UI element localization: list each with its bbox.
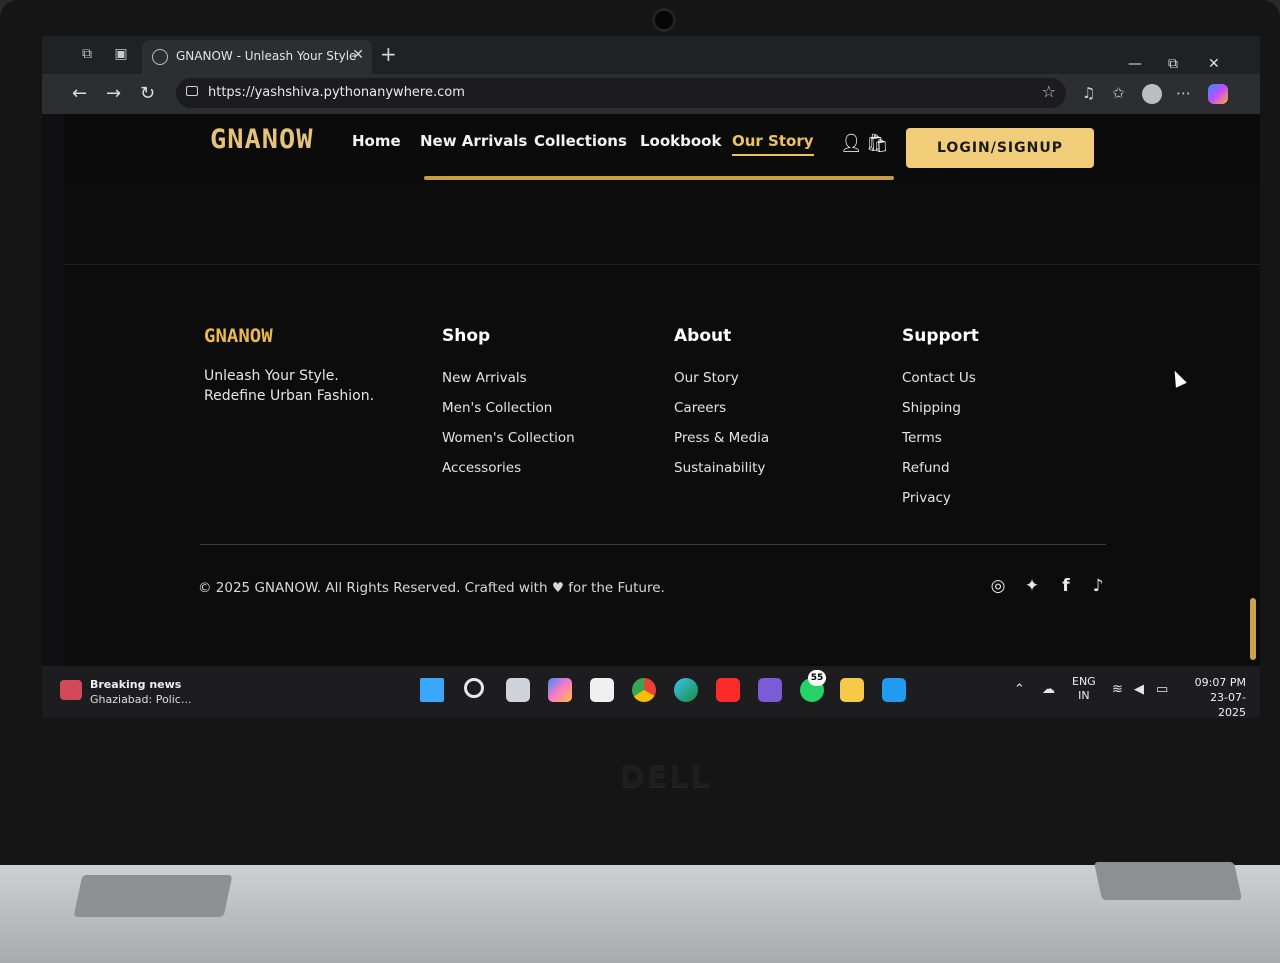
address-bar[interactable]: https://yashshiva.pythonanywhere.com ☆: [176, 78, 1066, 108]
browser-tab[interactable]: GNANOW - Unleash Your Style ✕: [142, 40, 372, 74]
forward-arrow-icon[interactable]: →: [106, 83, 121, 104]
lang-code: ENG: [1072, 675, 1096, 688]
twitter-icon[interactable]: ✦: [1022, 576, 1042, 596]
support-link-refund[interactable]: Refund: [902, 460, 950, 476]
hinge-right: [1093, 862, 1243, 900]
whatsapp-badge: 55: [808, 670, 826, 686]
about-link-press[interactable]: Press & Media: [674, 430, 769, 446]
search-icon[interactable]: [464, 678, 484, 698]
youtube-icon[interactable]: [716, 678, 740, 702]
battery-icon[interactable]: ▭: [1156, 682, 1168, 697]
shop-link-new-arrivals[interactable]: New Arrivals: [442, 370, 527, 386]
footer-brand: GNANOW: [204, 325, 273, 347]
task-view-icon[interactable]: [506, 678, 530, 702]
visual-studio-icon[interactable]: [758, 678, 782, 702]
shop-link-womens[interactable]: Women's Collection: [442, 430, 575, 446]
about-link-careers[interactable]: Careers: [674, 400, 726, 416]
region-code: IN: [1078, 689, 1090, 702]
restore-icon[interactable]: ⧉: [1168, 56, 1178, 72]
footer-tagline: Unleash Your Style. Redefine Urban Fashi…: [204, 366, 374, 406]
shop-heading: Shop: [442, 326, 491, 346]
cloud-icon[interactable]: ☁: [1042, 682, 1055, 697]
volume-icon[interactable]: ◀: [1134, 682, 1144, 697]
close-window-icon[interactable]: ✕: [1208, 56, 1220, 72]
nav-collections[interactable]: Collections: [534, 132, 627, 150]
file-explorer-icon[interactable]: [840, 678, 864, 702]
tray-chevron-icon[interactable]: ⌃: [1014, 682, 1025, 697]
nav-home[interactable]: Home: [352, 132, 401, 150]
nav-new-arrivals[interactable]: New Arrivals: [420, 132, 527, 150]
shop-link-accessories[interactable]: Accessories: [442, 460, 521, 476]
new-tab-button[interactable]: +: [380, 42, 397, 66]
clock-date: 23-07-2025: [1210, 691, 1246, 718]
news-widget-icon[interactable]: [60, 680, 82, 700]
site-navbar: GNANOW Home New Arrivals Collections Loo…: [64, 114, 1260, 180]
tab-title: GNANOW - Unleash Your Style: [176, 49, 357, 63]
store-icon[interactable]: [590, 678, 614, 702]
support-link-terms[interactable]: Terms: [902, 430, 942, 446]
tagline-line-1: Unleash Your Style.: [204, 368, 339, 384]
support-heading: Support: [902, 326, 979, 346]
refresh-icon[interactable]: ↻: [140, 83, 155, 104]
read-aloud-icon[interactable]: ♫: [1082, 84, 1095, 102]
hinge-left: [73, 875, 233, 917]
system-clock[interactable]: 09:07 PM 23-07-2025: [1184, 675, 1246, 718]
support-link-privacy[interactable]: Privacy: [902, 490, 951, 506]
tab-actions-icon[interactable]: ▣: [112, 46, 130, 62]
copilot-taskbar-icon[interactable]: [548, 678, 572, 702]
hero-accent-bar: [424, 176, 894, 180]
tiktok-icon[interactable]: ♪: [1088, 576, 1108, 596]
footer-divider: [200, 544, 1106, 545]
about-link-our-story[interactable]: Our Story: [674, 370, 739, 386]
lock-icon[interactable]: [186, 86, 198, 96]
nav-lookbook[interactable]: Lookbook: [640, 132, 721, 150]
globe-icon: [152, 49, 168, 65]
start-icon[interactable]: [420, 678, 444, 702]
chrome-icon[interactable]: [632, 678, 656, 702]
clock-time: 09:07 PM: [1194, 676, 1246, 689]
edge-icon[interactable]: [674, 678, 698, 702]
tagline-line-2: Redefine Urban Fashion.: [204, 388, 375, 404]
copilot-icon[interactable]: [1208, 84, 1228, 104]
about-heading: About: [674, 326, 732, 346]
nav-our-story[interactable]: Our Story: [732, 132, 814, 156]
profile-avatar[interactable]: [1142, 84, 1162, 104]
screen: ⧉ ▣ GNANOW - Unleash Your Style ✕ + — ⧉ …: [42, 36, 1260, 718]
workspaces-icon[interactable]: ⧉: [78, 46, 96, 62]
browser-toolbar: ← → ↻ https://yashshiva.pythonanywhere.c…: [42, 74, 1260, 114]
user-icon[interactable]: 👤︎: [840, 133, 863, 154]
website: GNANOW Home New Arrivals Collections Loo…: [64, 114, 1260, 666]
minimize-icon[interactable]: —: [1128, 56, 1142, 72]
about-link-sustainability[interactable]: Sustainability: [674, 460, 765, 476]
favorite-star-icon[interactable]: ☆: [1042, 82, 1056, 101]
windows-taskbar: Breaking news Ghaziabad: Polic... 55 ⌃ ☁…: [42, 666, 1260, 718]
close-tab-icon[interactable]: ✕: [352, 47, 364, 63]
news-subtitle[interactable]: Ghaziabad: Polic...: [90, 693, 191, 706]
webcam: [652, 8, 676, 32]
vscode-icon[interactable]: [882, 678, 906, 702]
tab-strip: ⧉ ▣ GNANOW - Unleash Your Style ✕ + — ⧉ …: [42, 36, 1260, 74]
section-divider: [64, 264, 1260, 265]
mouse-cursor: [1169, 368, 1187, 388]
scrollbar-thumb[interactable]: [1250, 598, 1256, 660]
more-menu-icon[interactable]: ⋯: [1176, 84, 1191, 102]
login-signup-button[interactable]: LOGIN/SIGNUP: [906, 128, 1094, 168]
device-brand-logo: DELL: [620, 760, 712, 795]
site-logo[interactable]: GNANOW: [210, 124, 314, 155]
copyright-text: © 2025 GNANOW. All Rights Reserved. Craf…: [198, 580, 665, 596]
shopping-bag-icon[interactable]: 🛍︎: [866, 133, 889, 154]
instagram-icon[interactable]: ◎: [988, 576, 1008, 596]
shop-link-mens[interactable]: Men's Collection: [442, 400, 552, 416]
language-indicator[interactable]: ENG IN: [1072, 675, 1096, 703]
facebook-icon[interactable]: f: [1056, 576, 1076, 596]
support-link-shipping[interactable]: Shipping: [902, 400, 961, 416]
wifi-icon[interactable]: ≋: [1112, 682, 1123, 697]
favorites-icon[interactable]: ✩: [1112, 84, 1125, 102]
news-title[interactable]: Breaking news: [90, 678, 181, 691]
url-text[interactable]: https://yashshiva.pythonanywhere.com: [208, 85, 465, 100]
support-link-contact[interactable]: Contact Us: [902, 370, 976, 386]
back-arrow-icon[interactable]: ←: [72, 83, 87, 104]
